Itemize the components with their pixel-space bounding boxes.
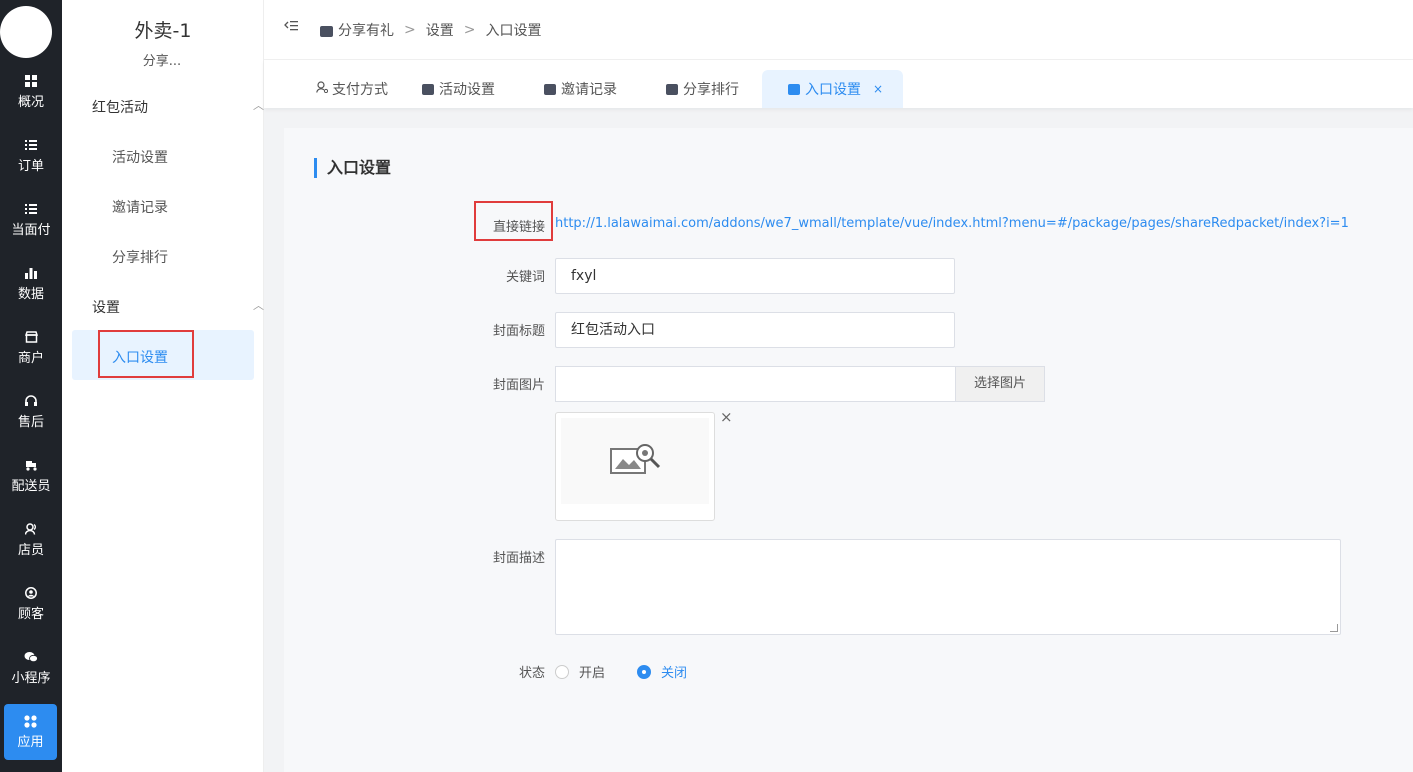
sub-sidebar: 外卖-1 分享... 红包活动 ︿ 活动设置 邀请记录 分享排行 设置 ︿ 入口… <box>62 0 264 772</box>
list-icon <box>24 202 38 216</box>
avatar[interactable] <box>0 6 52 58</box>
collapse-menu-icon[interactable] <box>284 20 298 36</box>
rail-item-label: 小程序 <box>11 671 51 686</box>
bar-chart-icon <box>24 266 38 280</box>
tab-entry-settings[interactable]: 入口设置 × <box>762 70 904 108</box>
rail-item-label: 当面付 <box>11 223 51 238</box>
headset-icon <box>24 394 38 408</box>
apps-icon <box>24 714 38 728</box>
rail-item-aftersale[interactable]: 售后 <box>0 384 62 440</box>
group-label: 设置 <box>92 300 120 316</box>
rail-item-label: 商户 <box>17 351 44 366</box>
cover-desc-label: 封面描述 <box>492 551 545 566</box>
cover-title-input[interactable]: 红包活动入口 <box>555 312 955 348</box>
rail-item-label: 顾客 <box>17 607 44 622</box>
group-label: 红包活动 <box>92 100 148 116</box>
list-icon <box>24 138 38 152</box>
store-icon <box>24 330 38 344</box>
rail-item-label: 订单 <box>17 159 44 174</box>
rail-item-overview[interactable]: 概况 <box>0 64 62 120</box>
cover-title-label: 封面标题 <box>492 324 545 339</box>
highlight-box <box>474 201 553 241</box>
tab-label: 活动设置 <box>439 82 495 98</box>
delivery-icon <box>24 458 38 472</box>
cover-desc-textarea[interactable] <box>555 539 1341 635</box>
top-bar: 分享有礼 > 设置 > 入口设置 <box>264 0 1413 60</box>
tab-invite-records[interactable]: 邀请记录 <box>544 70 617 108</box>
app-root: 概况 订单 当面付 数据 商户 售后 配送员 店员 顾客 小程序 应用 外卖-1… <box>0 0 1413 772</box>
tab-label: 分享排行 <box>683 82 739 98</box>
share-icon <box>788 83 800 95</box>
cover-image-input[interactable] <box>555 366 956 402</box>
store-subtitle: 分享... <box>116 50 208 69</box>
rail-item-orders[interactable]: 订单 <box>0 128 62 184</box>
store-name: 外卖-1 <box>134 20 192 42</box>
image-placeholder <box>561 418 709 504</box>
select-image-button[interactable]: 选择图片 <box>955 366 1045 402</box>
share-icon <box>422 83 434 95</box>
direct-link[interactable]: http://1.lalawaimai.com/addons/we7_wmall… <box>555 216 1349 231</box>
breadcrumb-item-current: 入口设置 <box>485 23 542 39</box>
sidebar-item-activity-settings[interactable]: 活动设置 <box>112 147 168 167</box>
group-redpacket[interactable]: 红包活动 ︿ <box>92 97 264 117</box>
close-icon[interactable]: × <box>873 82 883 96</box>
image-search-icon <box>609 441 661 481</box>
rail-item-customer[interactable]: 顾客 <box>0 576 62 632</box>
rail-item-apps[interactable]: 应用 <box>4 704 57 760</box>
status-label: 状态 <box>518 666 545 681</box>
rail-item-label: 店员 <box>17 543 44 558</box>
tab-share-ranking[interactable]: 分享排行 <box>666 70 739 108</box>
keyword-input[interactable]: fxyl <box>555 258 955 294</box>
page-title: 入口设置 <box>314 158 391 178</box>
content-panel: 入口设置 直接链接 http://1.lalawaimai.com/addons… <box>284 128 1413 772</box>
dashboard-icon <box>24 74 38 88</box>
rail-item-data[interactable]: 数据 <box>0 256 62 312</box>
tab-bar: 支付方式 活动设置 邀请记录 分享排行 入口设置 × <box>264 60 1413 108</box>
cover-image-thumbnail <box>555 412 715 521</box>
breadcrumb-separator: > <box>404 22 416 38</box>
staff-icon <box>24 522 38 536</box>
share-icon <box>666 83 678 95</box>
sidebar-item-share-ranking[interactable]: 分享排行 <box>112 247 168 267</box>
tab-activity-settings[interactable]: 活动设置 <box>422 70 495 108</box>
rail-item-staff[interactable]: 店员 <box>0 512 62 568</box>
wechat-icon <box>24 650 38 664</box>
rail-item-courier[interactable]: 配送员 <box>0 448 62 504</box>
user-pin-icon <box>316 81 329 97</box>
rail-item-miniprogram[interactable]: 小程序 <box>0 640 62 696</box>
status-radio-group: 开启 关闭 <box>555 662 719 681</box>
tab-label: 支付方式 <box>332 82 388 98</box>
remove-image-icon[interactable]: × <box>720 408 733 426</box>
rail-item-facepay[interactable]: 当面付 <box>0 192 62 248</box>
rail-item-label: 配送员 <box>11 479 51 494</box>
radio-off[interactable] <box>637 664 652 679</box>
radio-on[interactable] <box>555 664 569 679</box>
rail-item-label: 数据 <box>17 287 44 302</box>
chevron-up-icon: ︿ <box>253 99 264 112</box>
tab-payment-method[interactable]: 支付方式 <box>316 70 388 108</box>
rail-item-label: 概况 <box>17 95 44 110</box>
share-icon <box>544 83 556 95</box>
resize-handle-icon[interactable] <box>1330 624 1338 632</box>
rail-item-merchant[interactable]: 商户 <box>0 320 62 376</box>
rail-item-label: 售后 <box>17 415 44 430</box>
tab-label: 入口设置 <box>805 82 861 98</box>
group-settings[interactable]: 设置 ︿ <box>92 297 264 317</box>
customer-icon <box>24 586 38 600</box>
keyword-label: 关键词 <box>505 270 545 285</box>
radio-on-label[interactable]: 开启 <box>579 662 605 681</box>
sidebar-item-invite-records[interactable]: 邀请记录 <box>112 197 168 217</box>
tab-label: 邀请记录 <box>561 82 617 98</box>
share-icon <box>320 25 333 37</box>
breadcrumb: 分享有礼 > 设置 > 入口设置 <box>320 20 541 40</box>
breadcrumb-item[interactable]: 分享有礼 <box>338 20 394 40</box>
breadcrumb-item[interactable]: 设置 <box>426 20 454 40</box>
chevron-up-icon: ︿ <box>253 299 264 312</box>
rail-item-label: 应用 <box>17 735 44 750</box>
highlight-box <box>98 330 194 378</box>
radio-off-label[interactable]: 关闭 <box>661 662 687 681</box>
breadcrumb-separator: > <box>463 22 476 38</box>
main-rail: 概况 订单 当面付 数据 商户 售后 配送员 店员 顾客 小程序 应用 <box>0 0 62 772</box>
cover-image-label: 封面图片 <box>492 378 545 393</box>
